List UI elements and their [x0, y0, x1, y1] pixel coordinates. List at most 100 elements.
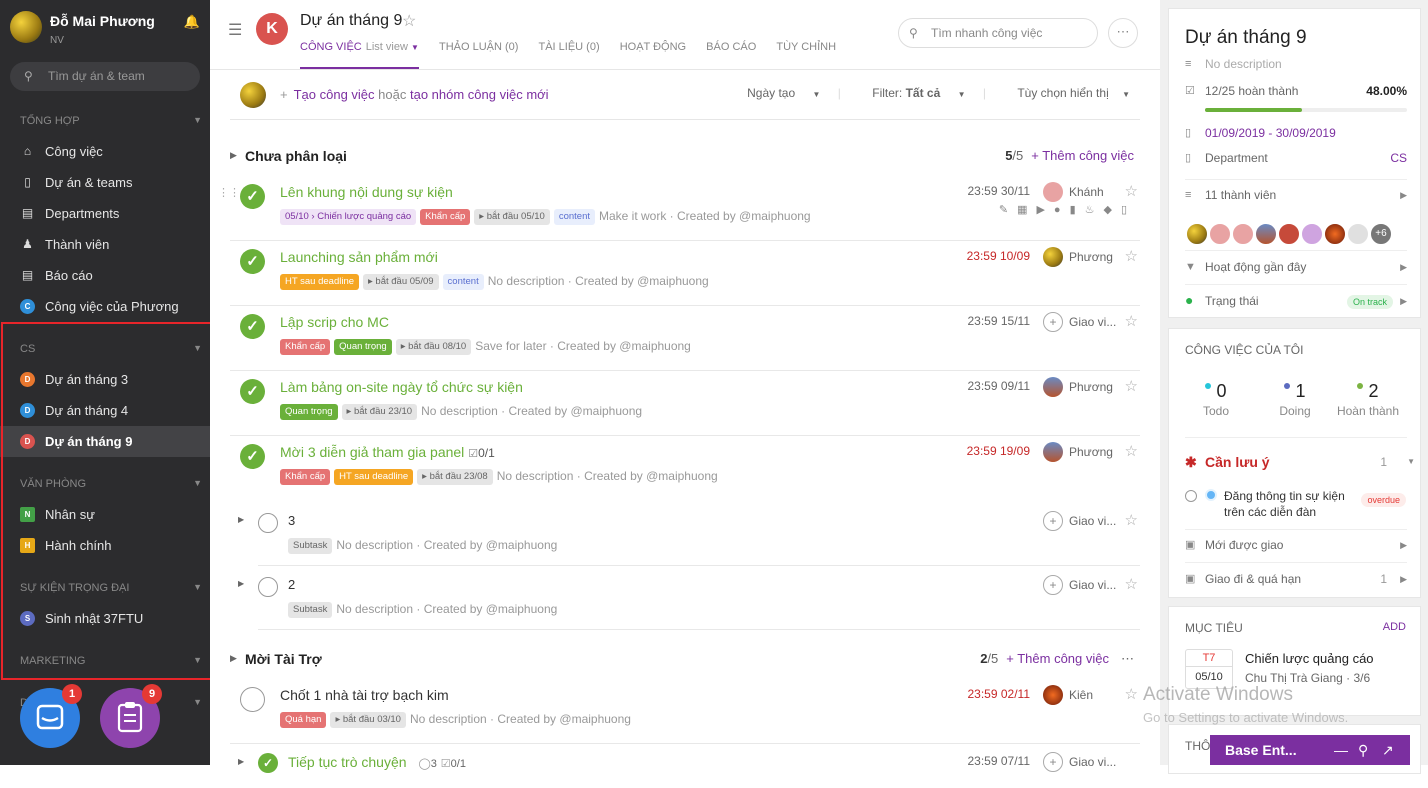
star-icon[interactable]: ☆	[1125, 377, 1138, 395]
star-icon[interactable]: ☆	[1125, 312, 1138, 330]
assign-button[interactable]: + Giao vi...	[1043, 312, 1116, 332]
nav-hr[interactable]: N Nhân sự	[0, 499, 210, 530]
section-su-kien[interactable]: SỰ KIỆN TRỌNG ĐẠI ▼	[20, 582, 202, 594]
attention-row[interactable]: ✱ Cần lưu ý 1 ▼	[1185, 453, 1415, 473]
task-row[interactable]: ✓ Mời 3 diễn giả tham gia panel ☑0/1 Khẩ…	[230, 437, 1140, 501]
star-icon[interactable]: ☆	[402, 11, 416, 31]
chat-bar[interactable]: Base Ent... — ⚲ ↗	[1210, 735, 1410, 765]
stat-done[interactable]: 2 Hoàn thành	[1333, 381, 1403, 418]
more-icon[interactable]: ⋯	[1121, 651, 1134, 666]
department-row[interactable]: ▯ Department CS	[1185, 149, 1407, 167]
assignee[interactable]: Phương	[1043, 377, 1113, 397]
check-icon[interactable]: ✓	[258, 753, 278, 773]
tag[interactable]: content	[553, 209, 595, 225]
display-options-dropdown[interactable]: Tùy chọn hiển thị ▼	[1003, 86, 1130, 100]
avatar[interactable]	[1254, 222, 1278, 246]
assign-button[interactable]: + Giao vi...	[1043, 752, 1116, 772]
activity-row[interactable]: ▼ Hoạt động gần đây ▶	[1185, 258, 1407, 276]
check-icon[interactable]: ✓	[240, 184, 265, 209]
check-icon[interactable]: ✓	[240, 379, 265, 404]
section-van-phong[interactable]: VĂN PHÒNG ▼	[20, 478, 202, 490]
subtask-row[interactable]: ▶ ✓ Tiếp tục trò chuyện ◯3 ☑0/1 23:59 07…	[238, 748, 1140, 788]
create-group-link[interactable]: tạo nhóm công việc mới	[410, 87, 549, 102]
nav-birthday[interactable]: S Sinh nhật 37FTU	[0, 603, 210, 634]
section-marketing[interactable]: MARKETING ▼	[20, 655, 202, 667]
task-search-input[interactable]: ⚲ Tìm nhanh công việc	[898, 18, 1098, 48]
avatar[interactable]	[1231, 222, 1255, 246]
checkbox-icon[interactable]	[1185, 490, 1197, 502]
task-row[interactable]: ⋮⋮ ✓ Lên khung nội dung sự kiện 05/10 › …	[218, 177, 1140, 241]
avatar[interactable]	[1277, 222, 1301, 246]
user-profile[interactable]: Đỗ Mai Phương NV 🔔	[10, 8, 200, 48]
check-icon[interactable]	[240, 687, 265, 712]
expand-icon[interactable]: ▶	[230, 150, 237, 161]
task-name[interactable]: 2	[288, 577, 295, 592]
subtask-row[interactable]: ▶ 3 Subtask No description · Created by @…	[238, 506, 1140, 566]
attention-task[interactable]: Đăng thông tin sự kiện trên các diễn đàn	[1224, 488, 1359, 520]
tab-activity[interactable]: HOẠT ĐỘNG	[620, 41, 686, 69]
nav-members[interactable]: ♟ Thành viên	[0, 229, 210, 260]
tag[interactable]: Khẩn cấp	[420, 209, 471, 225]
menu-icon[interactable]: ☰	[228, 20, 242, 40]
stat-todo[interactable]: 0 Todo	[1181, 381, 1251, 418]
star-icon[interactable]: ☆	[1125, 575, 1138, 593]
status-row[interactable]: ● Trạng thái On track ▶	[1185, 292, 1407, 310]
tag[interactable]: 05/10 › Chiến lược quảng cáo	[280, 209, 417, 225]
assignee[interactable]: Phương	[1043, 247, 1113, 267]
task-name[interactable]: Mời 3 diễn giả tham gia panel ☑0/1	[280, 444, 495, 460]
project-search-input[interactable]: ⚲ Tìm dự án & team	[10, 62, 200, 91]
assign-button[interactable]: + Giao vi...	[1043, 575, 1116, 595]
filter-dropdown[interactable]: Filter: Tất cả ▼	[858, 86, 965, 100]
star-icon[interactable]: ☆	[1125, 182, 1138, 200]
nav-my-tasks[interactable]: C Công việc của Phương	[0, 291, 210, 322]
nav-admin[interactable]: H Hành chính	[0, 530, 210, 561]
drag-handle-icon[interactable]: ⋮⋮	[218, 186, 240, 199]
tasks-fab-button[interactable]: 9	[100, 684, 162, 748]
task-row[interactable]: ✓ Lập scrip cho MC Khẩn cấp Quan trọng ▸ b…	[230, 307, 1140, 371]
search-icon[interactable]: ⚲	[1358, 735, 1368, 765]
avatar[interactable]	[1346, 222, 1370, 246]
avatar[interactable]	[1323, 222, 1347, 246]
avatar[interactable]	[1208, 222, 1232, 246]
section-cs[interactable]: CS ▼	[20, 343, 202, 355]
tag[interactable]: Khẩn cấp	[280, 339, 331, 355]
expand-icon[interactable]: ▶	[230, 653, 237, 664]
tab-customize[interactable]: TÙY CHỈNH	[776, 41, 836, 69]
nav-projects-teams[interactable]: ▯ Dự án & teams	[0, 167, 210, 198]
create-task-link[interactable]: Tạo công việc	[294, 87, 375, 102]
task-row[interactable]: Chốt 1 nhà tài trợ bạch kim Quá hạn ▸ bắt…	[230, 680, 1140, 744]
tag[interactable]: Quan trọng	[334, 339, 392, 355]
tag[interactable]: HT sau deadline	[334, 469, 414, 485]
nav-project-9[interactable]: D Dự án tháng 9	[0, 426, 210, 457]
task-name[interactable]: Launching sản phẩm mới	[280, 249, 438, 265]
check-icon[interactable]	[258, 513, 278, 533]
avatar[interactable]	[1185, 222, 1209, 246]
assignee[interactable]: Khánh	[1043, 182, 1104, 202]
task-name[interactable]: Tiếp tục trò chuyện ◯3 ☑0/1	[288, 754, 466, 770]
nav-project-4[interactable]: D Dự án tháng 4	[0, 395, 210, 426]
tab-discussion[interactable]: THẢO LUẬN (0)	[439, 41, 518, 69]
new-assigned-row[interactable]: ▣ Mới được giao ▶	[1185, 536, 1407, 554]
expand-icon[interactable]: ▶	[238, 515, 244, 524]
star-icon[interactable]: ☆	[1125, 247, 1138, 265]
subtask-row[interactable]: ▶ 2 Subtask No description · Created by @…	[238, 570, 1140, 630]
assignee[interactable]: Phương	[1043, 442, 1113, 462]
more-members-badge[interactable]: +6	[1369, 222, 1393, 246]
chat-fab-button[interactable]: 1	[20, 684, 82, 748]
tag[interactable]: content	[442, 274, 484, 290]
tab-tasks[interactable]: CÔNG VIỆC List view ▼	[300, 41, 419, 69]
nav-project-3[interactable]: D Dự án tháng 3	[0, 364, 210, 395]
check-icon[interactable]: ✓	[240, 249, 265, 274]
add-goal-button[interactable]: ADD	[1383, 621, 1406, 633]
assign-button[interactable]: + Giao vi...	[1043, 511, 1116, 531]
tab-report[interactable]: BÁO CÁO	[706, 41, 756, 69]
task-name[interactable]: Lên khung nội dung sự kiện	[280, 184, 453, 200]
sort-dropdown[interactable]: Ngày tạo ▼	[733, 86, 820, 100]
task-row[interactable]: ✓ Làm bảng on-site ngày tổ chức sự kiện …	[230, 372, 1140, 436]
assigned-overdue-row[interactable]: ▣ Giao đi & quá hạn 1 ▶	[1185, 570, 1407, 588]
star-icon[interactable]: ☆	[1125, 685, 1138, 703]
nav-departments[interactable]: ▤ Departments	[0, 198, 210, 229]
bell-icon[interactable]: 🔔	[184, 14, 200, 30]
members-row[interactable]: ≡ 11 thành viên ▶	[1185, 186, 1407, 204]
tag[interactable]: HT sau deadline	[280, 274, 360, 290]
